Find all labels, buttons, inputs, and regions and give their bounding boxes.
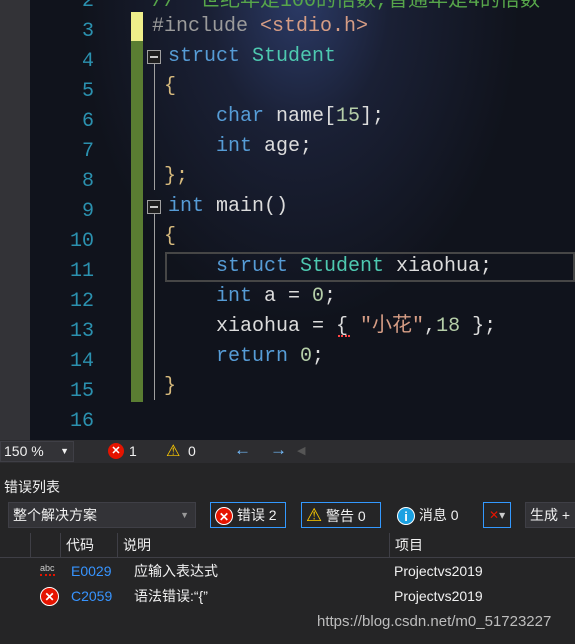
messages-filter-button[interactable]: i 消息 0 [392,502,474,528]
warnings-filter-button[interactable]: ⚠ 警告 0 [301,502,381,528]
build-dropdown[interactable]: 生成 + [525,502,575,528]
line-number: 11 [69,260,94,283]
line-number: 12 [69,290,94,313]
error-row[interactable]: ✕ C2059 语法错误:“{” Projectvs2019 [0,584,575,609]
scroll-left-icon[interactable]: ◀ [297,444,305,457]
code-line: char name[15]; [168,105,385,128]
code-line: } [164,375,177,398]
error-icon: ✕ [215,507,233,526]
error-project: Projectvs2019 [394,563,483,579]
code-line: int a = 0; [168,285,337,308]
scope-dropdown[interactable]: 整个解决方案 ▼ [8,502,196,528]
error-list-toolbar: 整个解决方案 ▼ ✕ 错误 2 ⚠ 警告 0 i 消息 0 ✕▾ 生成 + [0,500,575,530]
change-indicator [131,12,143,402]
collapse-struct-icon[interactable] [147,50,161,64]
error-squiggle [338,333,350,337]
back-arrow-icon[interactable]: ← [234,440,251,460]
error-description: 应输入表达式 [134,563,218,579]
line-number: 5 [81,80,94,103]
panel-title: 错误列表 [4,479,60,495]
zoom-dropdown[interactable]: 150 % ▼ [0,441,74,462]
code-line: int main() [168,195,289,218]
unsaved-change-indicator [131,12,143,41]
error-description: 语法错误:“{” [134,588,208,604]
warning-icon: ⚠ [306,505,323,525]
forward-arrow-icon[interactable]: → [270,440,287,460]
header-label: 项目 [395,537,423,553]
line-number: 16 [69,410,94,433]
collapse-main-icon[interactable] [147,200,161,214]
errors-label: 错误 2 [236,507,277,523]
warning-icon[interactable]: ⚠ [166,441,180,461]
code-line: xiaohua = { "小花",18 }; [168,315,497,338]
error-count[interactable]: 1 [129,443,137,459]
line-number: 14 [69,350,94,373]
warning-count[interactable]: 0 [188,443,196,459]
code-line: int age; [168,135,313,158]
messages-label: 消息 0 [418,507,459,523]
error-project: Projectvs2019 [394,588,483,604]
line-number: 15 [69,380,94,403]
error-icon: ✕ [40,587,59,606]
code-line: struct Student [168,45,337,68]
fold-guide [154,64,155,190]
fold-guide [154,214,155,400]
chevron-down-icon: ▼ [60,446,69,456]
code-line: #include <stdio.h> [152,15,369,38]
error-icon[interactable]: ✕ [108,443,124,459]
editor-margin [0,0,30,440]
errors-filter-button[interactable]: ✕ 错误 2 [210,502,286,528]
line-number: 4 [81,50,94,73]
warnings-label: 警告 0 [326,508,366,524]
error-list-header: 代码 说明 项目 [0,533,575,558]
zoom-value: 150 % [4,443,44,459]
line-number: 8 [81,170,94,193]
editor-status-bar: 150 % ▼ ✕ 1 ⚠ 0 ← → ◀ [0,440,575,463]
code-line: { [164,75,177,98]
code-line: { [164,225,177,248]
line-number: 10 [69,230,94,253]
code-line: return 0; [168,345,325,368]
error-code[interactable]: E0029 [71,559,111,584]
line-number: 9 [81,200,94,223]
column-header-description[interactable]: 说明 [117,533,389,558]
scope-value: 整个解决方案 [13,507,97,523]
spell-squiggle-icon: abc [40,556,55,576]
line-number: 7 [81,140,94,163]
line-number: 13 [69,320,94,343]
build-label: 生成 + [530,507,571,523]
error-code[interactable]: C2059 [71,584,112,609]
filter-clear-icon: ✕▾ [489,508,506,522]
line-number: 2 [81,0,94,13]
column-header-code[interactable]: 代码 [60,533,117,558]
watermark: https://blog.csdn.net/m0_51723227 [317,613,552,630]
header-label: 代码 [66,537,94,553]
code-line: struct Student xiaohua; [168,255,493,278]
info-icon: i [397,507,415,526]
code-line: }; [164,165,189,188]
code-editor[interactable]: 2 3 4 5 6 7 8 9 10 11 12 13 14 15 16 // 世纪年是100的倍数,普通年… [0,0,575,440]
chevron-down-icon: ▼ [180,510,189,520]
error-row[interactable]: abc E0029 应输入表达式 Projectvs2019 [0,559,575,584]
column-header-icon[interactable] [30,533,60,558]
clear-filter-button[interactable]: ✕▾ [483,502,511,528]
line-number: 6 [81,110,94,133]
column-header-project[interactable]: 项目 [389,533,575,558]
line-number: 3 [81,20,94,43]
header-label: 说明 [123,537,151,553]
